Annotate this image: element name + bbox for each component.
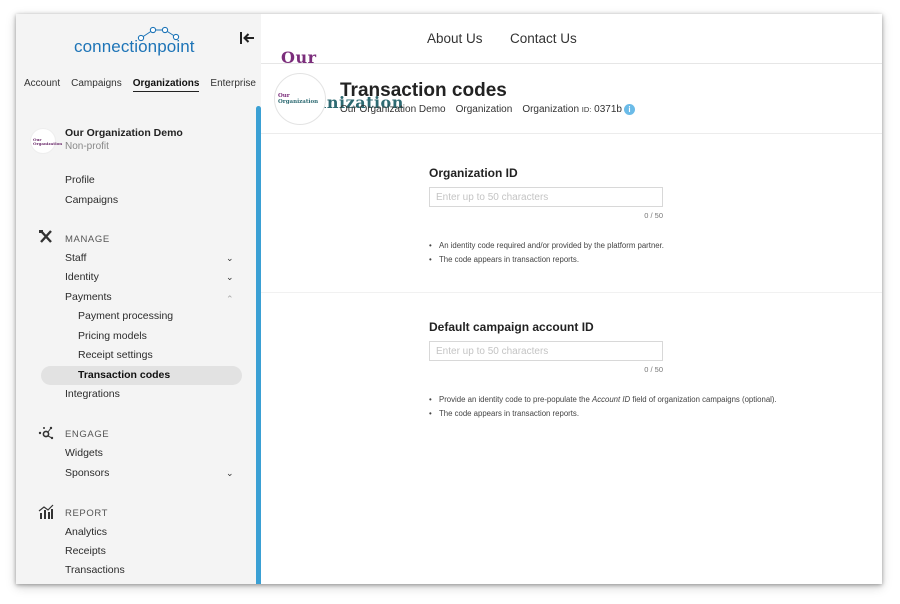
section-divider (261, 292, 882, 293)
sidebar: connectionpoint Account Campaigns Organi… (16, 14, 261, 584)
sidebar-item-transaction-codes[interactable]: Transaction codes (78, 369, 170, 381)
sidebar-item-integrations[interactable]: Integrations (65, 388, 120, 400)
campaign-account-id-label: Default campaign account ID (429, 320, 594, 334)
tab-campaigns[interactable]: Campaigns (71, 78, 122, 92)
sidebar-item-profile[interactable]: Profile (65, 174, 95, 186)
info-icon[interactable]: i (623, 104, 635, 115)
organization-avatar: Our Organization (274, 73, 326, 125)
org-type: Non-profit (65, 141, 109, 152)
sidebar-item-payment-processing[interactable]: Payment processing (78, 310, 173, 322)
app-window: connectionpoint Account Campaigns Organi… (16, 14, 882, 584)
sidebar-scrollbar-thumb[interactable] (256, 106, 261, 584)
sidebar-item-receipt-settings[interactable]: Receipt settings (78, 349, 153, 361)
brand-line-1: Our (281, 48, 317, 67)
sidebar-item-staff[interactable]: Staff (65, 252, 86, 264)
section-engage: ENGAGE (65, 429, 110, 440)
org-id-help-list: An identity code required and/or provide… (429, 239, 789, 267)
sidebar-item-campaigns[interactable]: Campaigns (65, 194, 118, 206)
collapse-sidebar-icon[interactable] (238, 30, 256, 46)
org-card[interactable]: Our Organization Our Organization Demo N… (28, 126, 248, 158)
org-id-label-text: Organization (522, 104, 580, 115)
sidebar-item-identity[interactable]: Identity (65, 271, 99, 283)
breadcrumb-org[interactable]: Our Organization Demo (340, 104, 446, 115)
org-avatar: Our Organization (30, 128, 62, 154)
help-item: An identity code required and/or provide… (429, 239, 789, 253)
section-report: REPORT (65, 508, 109, 519)
breadcrumb-section[interactable]: Organization (456, 104, 513, 115)
engage-network-icon (38, 426, 54, 440)
help-item: The code appears in transaction reports. (429, 253, 789, 267)
help-text: field of organization campaigns (optiona… (630, 395, 777, 404)
sidebar-item-receipts[interactable]: Receipts (65, 545, 106, 557)
chevron-down-icon[interactable]: ⌄ (226, 272, 234, 283)
org-id-suffix: ID: (581, 105, 592, 114)
help-text: Provide an identity code to pre-populate… (439, 395, 593, 404)
sidebar-item-transactions[interactable]: Transactions (65, 564, 125, 576)
tab-account[interactable]: Account (24, 78, 60, 92)
org-id-char-counter: 0 / 50 (644, 211, 663, 220)
section-manage: MANAGE (65, 234, 110, 245)
breadcrumb: Our Organization Demo Organization Organ… (340, 104, 635, 115)
report-chart-icon (38, 504, 54, 519)
help-item: Provide an identity code to pre-populate… (429, 393, 789, 407)
site-header: Our Organization About Us Contact Us (261, 14, 882, 111)
campaign-account-id-help-list: Provide an identity code to pre-populate… (429, 393, 789, 421)
org-id-value: 0371b (594, 104, 622, 115)
sidebar-item-pricing-models[interactable]: Pricing models (78, 330, 147, 342)
logo-text: connectionpoint (74, 37, 195, 56)
organization-id-label: Organization ID: 0371b i (522, 104, 635, 115)
campaign-account-id-input[interactable] (429, 341, 663, 361)
page-header: Our Organization Transaction codes Our O… (261, 64, 882, 134)
org-id-input[interactable] (429, 187, 663, 207)
org-name: Our Organization Demo (65, 127, 183, 139)
chevron-up-icon[interactable]: ⌃ (226, 294, 234, 305)
top-tabs: Account Campaigns Organizations Enterpri… (24, 78, 256, 92)
chevron-down-icon[interactable]: ⌄ (226, 253, 234, 264)
campaign-account-id-char-counter: 0 / 50 (644, 365, 663, 374)
avatar-logo-text: Our Organization (278, 93, 318, 105)
avatar-line-2: Organization (278, 99, 319, 105)
chevron-down-icon[interactable]: ⌄ (226, 468, 234, 479)
sidebar-item-payments[interactable]: Payments (65, 291, 112, 303)
tools-icon (39, 230, 52, 243)
nav-link-about-us[interactable]: About Us (427, 31, 483, 46)
sidebar-item-analytics[interactable]: Analytics (65, 526, 107, 538)
help-item: The code appears in transaction reports. (429, 407, 789, 421)
connectionpoint-logo[interactable]: connectionpoint (74, 26, 214, 60)
tab-enterprise[interactable]: Enterprise (210, 78, 256, 92)
nav-link-contact-us[interactable]: Contact Us (510, 31, 577, 46)
sidebar-item-widgets[interactable]: Widgets (65, 447, 103, 459)
tab-organizations[interactable]: Organizations (132, 78, 200, 92)
page-title: Transaction codes (340, 80, 507, 101)
help-emphasis: Account ID (592, 395, 631, 404)
sidebar-item-sponsors[interactable]: Sponsors (65, 467, 109, 479)
org-id-label: Organization ID (429, 166, 518, 180)
